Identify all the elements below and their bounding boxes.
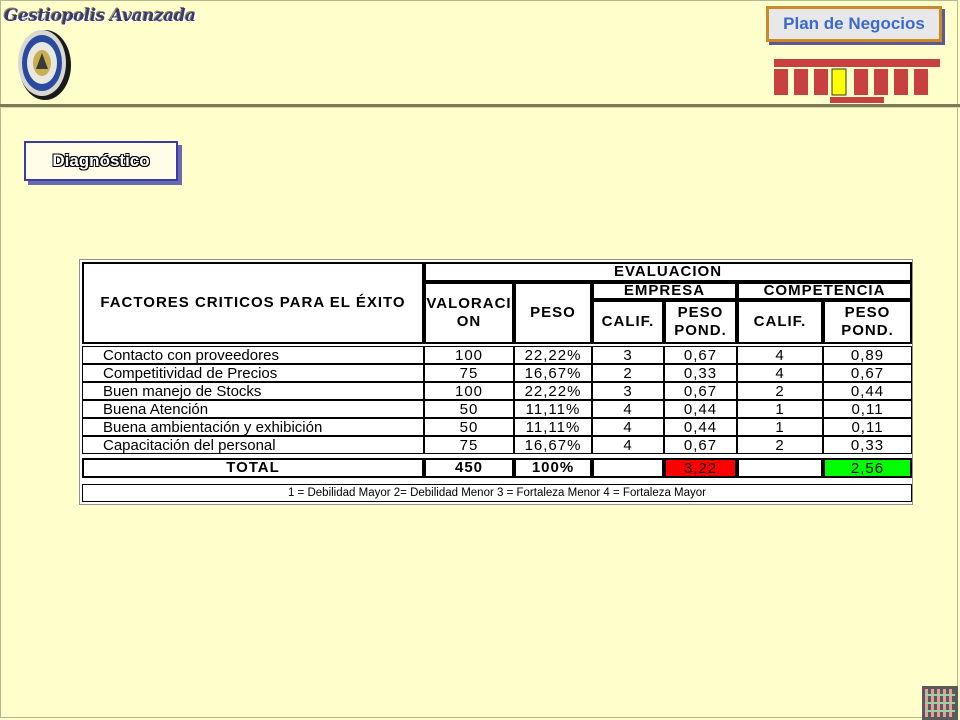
total-competencia-pond: 2,56 xyxy=(823,458,912,478)
empresa-pond-cell: 0,67 xyxy=(664,382,737,400)
competencia-pond-cell: 0,11 xyxy=(823,418,912,436)
competencia-pond-cell: 0,67 xyxy=(823,364,912,382)
empresa-calif-cell: 4 xyxy=(592,418,664,436)
factor-cell: Capacitación del personal xyxy=(82,436,424,454)
valoracion-cell: 100 xyxy=(424,382,514,400)
empresa-peso-pond-header: PESO POND. xyxy=(664,300,737,344)
competencia-pond-cell: 0,33 xyxy=(823,436,912,454)
competencia-calif-cell: 1 xyxy=(737,400,823,418)
valoracion-cell: 75 xyxy=(424,364,514,382)
empresa-pond-cell: 0,67 xyxy=(664,436,737,454)
empresa-header: EMPRESA xyxy=(592,282,737,300)
navigation-grid-icon[interactable] xyxy=(922,686,958,720)
peso-cell: 16,67% xyxy=(514,364,592,382)
factor-cell: Buena ambientación y exhibición xyxy=(82,418,424,436)
diagnostico-button[interactable]: Diagnóstico xyxy=(24,141,178,181)
empresa-calif-cell: 2 xyxy=(592,364,664,382)
university-seal-icon xyxy=(18,30,71,100)
valoracion-cell: 100 xyxy=(424,346,514,364)
competencia-pond-cell: 0,11 xyxy=(823,400,912,418)
competencia-calif-cell: 4 xyxy=(737,346,823,364)
peso-cell: 11,11% xyxy=(514,418,592,436)
competencia-pond-cell: 0,89 xyxy=(823,346,912,364)
competencia-calif-header: CALIF. xyxy=(737,300,823,344)
factor-cell: Buena Atención xyxy=(82,400,424,418)
empresa-pond-cell: 0,33 xyxy=(664,364,737,382)
total-peso: 100% xyxy=(514,458,592,478)
empresa-calif-header: CALIF. xyxy=(592,300,664,344)
evaluacion-header: EVALUACION xyxy=(424,262,912,282)
total-empresa-pond: 3,22 xyxy=(664,458,737,478)
factor-cell: Competitividad de Precios xyxy=(82,364,424,382)
process-diagram-icon[interactable] xyxy=(770,55,942,105)
factor-cell: Buen manejo de Stocks xyxy=(82,382,424,400)
empresa-pond-cell: 0,67 xyxy=(664,346,737,364)
peso-cell: 22,22% xyxy=(514,382,592,400)
competencia-peso-pond-header: PESO POND. xyxy=(823,300,912,344)
competencia-calif-cell: 2 xyxy=(737,436,823,454)
valoracion-cell: 75 xyxy=(424,436,514,454)
peso-cell: 22,22% xyxy=(514,346,592,364)
peso-cell: 11,11% xyxy=(514,400,592,418)
evaluation-table: FACTORES CRITICOS PARA EL ÉXITO EVALUACI… xyxy=(79,259,913,505)
empresa-pond-cell: 0,44 xyxy=(664,400,737,418)
factor-cell: Contacto con proveedores xyxy=(82,346,424,364)
competencia-pond-cell: 0,44 xyxy=(823,382,912,400)
factors-header: FACTORES CRITICOS PARA EL ÉXITO xyxy=(82,262,424,344)
competencia-calif-cell: 1 xyxy=(737,418,823,436)
empresa-calif-cell: 3 xyxy=(592,346,664,364)
total-valoracion: 450 xyxy=(424,458,514,478)
peso-header: PESO xyxy=(514,282,592,344)
brand-logo-text: Gestiopolis Avanzada xyxy=(4,6,196,26)
rating-legend: 1 = Debilidad Mayor 2= Debilidad Menor 3… xyxy=(82,484,912,502)
valoracion-cell: 50 xyxy=(424,400,514,418)
total-label: TOTAL xyxy=(82,458,424,478)
empresa-calif-cell: 4 xyxy=(592,436,664,454)
plan-de-negocios-button[interactable]: Plan de Negocios xyxy=(766,6,942,42)
total-empresa-calif-empty xyxy=(592,458,664,478)
peso-cell: 16,67% xyxy=(514,436,592,454)
total-competencia-calif-empty xyxy=(737,458,823,478)
competencia-calif-cell: 2 xyxy=(737,382,823,400)
competencia-header: COMPETENCIA xyxy=(737,282,912,300)
valoracion-cell: 50 xyxy=(424,418,514,436)
empresa-calif-cell: 3 xyxy=(592,382,664,400)
empresa-calif-cell: 4 xyxy=(592,400,664,418)
competencia-calif-cell: 4 xyxy=(737,364,823,382)
valoracion-header: VALORACION xyxy=(424,282,514,344)
empresa-pond-cell: 0,44 xyxy=(664,418,737,436)
